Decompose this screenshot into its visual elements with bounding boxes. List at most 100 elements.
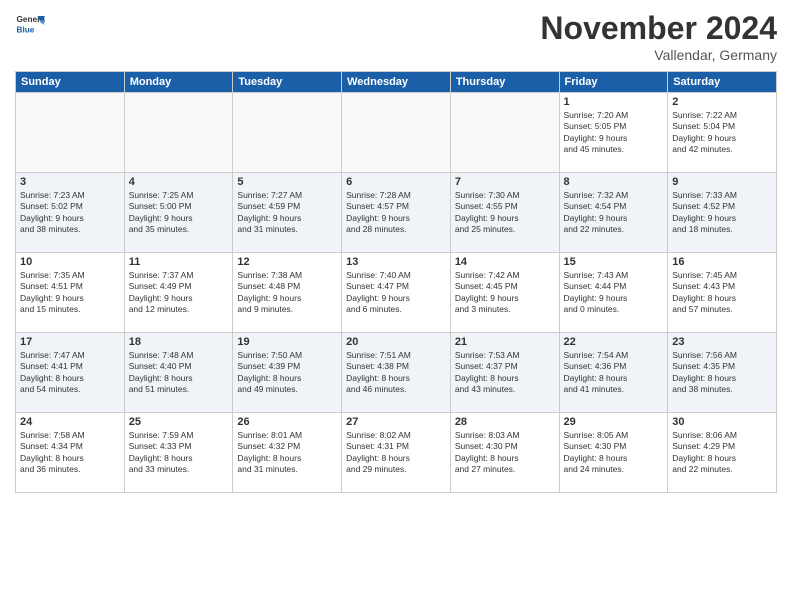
day-number: 29	[564, 416, 664, 428]
day-number: 11	[129, 256, 229, 268]
day-info: Sunrise: 7:37 AMSunset: 4:49 PMDaylight:…	[129, 270, 229, 316]
day-number: 23	[672, 336, 772, 348]
day-number: 24	[20, 416, 120, 428]
day-info: Sunrise: 7:58 AMSunset: 4:34 PMDaylight:…	[20, 430, 120, 476]
day-info: Sunrise: 7:20 AMSunset: 5:05 PMDaylight:…	[564, 110, 664, 156]
calendar: SundayMondayTuesdayWednesdayThursdayFrid…	[15, 71, 777, 493]
day-number: 22	[564, 336, 664, 348]
calendar-day: 25 Sunrise: 7:59 AMSunset: 4:33 PMDayligh…	[124, 413, 233, 493]
weekday-header-thursday: Thursday	[450, 72, 559, 93]
day-info: Sunrise: 7:48 AMSunset: 4:40 PMDaylight:…	[129, 350, 229, 396]
calendar-day	[233, 93, 342, 173]
calendar-week-5: 24 Sunrise: 7:58 AMSunset: 4:34 PMDayligh…	[16, 413, 777, 493]
day-info: Sunrise: 8:01 AMSunset: 4:32 PMDaylight:…	[237, 430, 337, 476]
calendar-day: 18 Sunrise: 7:48 AMSunset: 4:40 PMDayligh…	[124, 333, 233, 413]
day-number: 19	[237, 336, 337, 348]
title-section: November 2024 Vallendar, Germany	[540, 10, 777, 63]
day-number: 13	[346, 256, 446, 268]
day-info: Sunrise: 7:23 AMSunset: 5:02 PMDaylight:…	[20, 190, 120, 236]
day-info: Sunrise: 7:50 AMSunset: 4:39 PMDaylight:…	[237, 350, 337, 396]
day-number: 5	[237, 176, 337, 188]
day-number: 18	[129, 336, 229, 348]
calendar-day: 21 Sunrise: 7:53 AMSunset: 4:37 PMDayligh…	[450, 333, 559, 413]
calendar-day: 29 Sunrise: 8:05 AMSunset: 4:30 PMDayligh…	[559, 413, 668, 493]
day-info: Sunrise: 7:54 AMSunset: 4:36 PMDaylight:…	[564, 350, 664, 396]
calendar-week-3: 10 Sunrise: 7:35 AMSunset: 4:51 PMDayligh…	[16, 253, 777, 333]
day-info: Sunrise: 7:40 AMSunset: 4:47 PMDaylight:…	[346, 270, 446, 316]
calendar-day: 15 Sunrise: 7:43 AMSunset: 4:44 PMDayligh…	[559, 253, 668, 333]
day-number: 20	[346, 336, 446, 348]
calendar-day: 27 Sunrise: 8:02 AMSunset: 4:31 PMDayligh…	[342, 413, 451, 493]
weekday-header-wednesday: Wednesday	[342, 72, 451, 93]
day-info: Sunrise: 7:43 AMSunset: 4:44 PMDaylight:…	[564, 270, 664, 316]
day-info: Sunrise: 7:27 AMSunset: 4:59 PMDaylight:…	[237, 190, 337, 236]
day-info: Sunrise: 7:45 AMSunset: 4:43 PMDaylight:…	[672, 270, 772, 316]
day-number: 21	[455, 336, 555, 348]
calendar-day	[124, 93, 233, 173]
calendar-day: 19 Sunrise: 7:50 AMSunset: 4:39 PMDayligh…	[233, 333, 342, 413]
day-number: 16	[672, 256, 772, 268]
day-info: Sunrise: 7:38 AMSunset: 4:48 PMDaylight:…	[237, 270, 337, 316]
day-number: 25	[129, 416, 229, 428]
calendar-day: 1 Sunrise: 7:20 AMSunset: 5:05 PMDaylight…	[559, 93, 668, 173]
day-info: Sunrise: 7:56 AMSunset: 4:35 PMDaylight:…	[672, 350, 772, 396]
day-number: 27	[346, 416, 446, 428]
day-number: 2	[672, 96, 772, 108]
day-number: 30	[672, 416, 772, 428]
calendar-day	[342, 93, 451, 173]
day-number: 28	[455, 416, 555, 428]
weekday-header-row: SundayMondayTuesdayWednesdayThursdayFrid…	[16, 72, 777, 93]
day-number: 3	[20, 176, 120, 188]
day-number: 26	[237, 416, 337, 428]
calendar-day: 4 Sunrise: 7:25 AMSunset: 5:00 PMDaylight…	[124, 173, 233, 253]
day-info: Sunrise: 8:06 AMSunset: 4:29 PMDaylight:…	[672, 430, 772, 476]
day-number: 1	[564, 96, 664, 108]
calendar-day: 2 Sunrise: 7:22 AMSunset: 5:04 PMDaylight…	[668, 93, 777, 173]
calendar-day: 24 Sunrise: 7:58 AMSunset: 4:34 PMDayligh…	[16, 413, 125, 493]
day-info: Sunrise: 7:25 AMSunset: 5:00 PMDaylight:…	[129, 190, 229, 236]
day-info: Sunrise: 7:53 AMSunset: 4:37 PMDaylight:…	[455, 350, 555, 396]
day-info: Sunrise: 7:35 AMSunset: 4:51 PMDaylight:…	[20, 270, 120, 316]
day-info: Sunrise: 7:32 AMSunset: 4:54 PMDaylight:…	[564, 190, 664, 236]
calendar-day: 23 Sunrise: 7:56 AMSunset: 4:35 PMDayligh…	[668, 333, 777, 413]
calendar-day: 22 Sunrise: 7:54 AMSunset: 4:36 PMDayligh…	[559, 333, 668, 413]
calendar-day: 3 Sunrise: 7:23 AMSunset: 5:02 PMDaylight…	[16, 173, 125, 253]
calendar-day: 5 Sunrise: 7:27 AMSunset: 4:59 PMDaylight…	[233, 173, 342, 253]
svg-text:Blue: Blue	[17, 26, 35, 35]
weekday-header-friday: Friday	[559, 72, 668, 93]
day-number: 12	[237, 256, 337, 268]
day-info: Sunrise: 8:02 AMSunset: 4:31 PMDaylight:…	[346, 430, 446, 476]
calendar-day: 20 Sunrise: 7:51 AMSunset: 4:38 PMDayligh…	[342, 333, 451, 413]
day-info: Sunrise: 7:51 AMSunset: 4:38 PMDaylight:…	[346, 350, 446, 396]
day-info: Sunrise: 7:28 AMSunset: 4:57 PMDaylight:…	[346, 190, 446, 236]
calendar-day: 10 Sunrise: 7:35 AMSunset: 4:51 PMDayligh…	[16, 253, 125, 333]
calendar-day	[16, 93, 125, 173]
day-info: Sunrise: 7:47 AMSunset: 4:41 PMDaylight:…	[20, 350, 120, 396]
day-info: Sunrise: 7:59 AMSunset: 4:33 PMDaylight:…	[129, 430, 229, 476]
calendar-day: 17 Sunrise: 7:47 AMSunset: 4:41 PMDayligh…	[16, 333, 125, 413]
calendar-day: 8 Sunrise: 7:32 AMSunset: 4:54 PMDaylight…	[559, 173, 668, 253]
day-number: 8	[564, 176, 664, 188]
calendar-day: 11 Sunrise: 7:37 AMSunset: 4:49 PMDayligh…	[124, 253, 233, 333]
logo: General Blue	[15, 10, 45, 40]
day-number: 15	[564, 256, 664, 268]
weekday-header-monday: Monday	[124, 72, 233, 93]
calendar-day	[450, 93, 559, 173]
day-number: 10	[20, 256, 120, 268]
day-number: 6	[346, 176, 446, 188]
location: Vallendar, Germany	[540, 47, 777, 63]
day-number: 4	[129, 176, 229, 188]
day-number: 9	[672, 176, 772, 188]
day-info: Sunrise: 7:42 AMSunset: 4:45 PMDaylight:…	[455, 270, 555, 316]
weekday-header-tuesday: Tuesday	[233, 72, 342, 93]
day-info: Sunrise: 8:05 AMSunset: 4:30 PMDaylight:…	[564, 430, 664, 476]
weekday-header-saturday: Saturday	[668, 72, 777, 93]
page: General Blue November 2024 Vallendar, Ge…	[0, 0, 792, 612]
day-number: 17	[20, 336, 120, 348]
day-info: Sunrise: 7:22 AMSunset: 5:04 PMDaylight:…	[672, 110, 772, 156]
month-title: November 2024	[540, 10, 777, 47]
weekday-header-sunday: Sunday	[16, 72, 125, 93]
calendar-day: 9 Sunrise: 7:33 AMSunset: 4:52 PMDaylight…	[668, 173, 777, 253]
day-info: Sunrise: 7:33 AMSunset: 4:52 PMDaylight:…	[672, 190, 772, 236]
header: General Blue November 2024 Vallendar, Ge…	[15, 10, 777, 63]
